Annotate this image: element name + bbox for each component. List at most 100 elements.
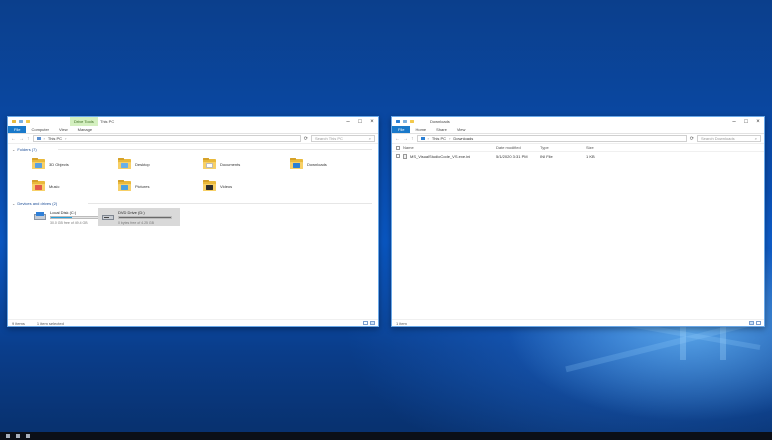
properties-icon[interactable]	[19, 119, 23, 124]
refresh-icon[interactable]: ⟳	[690, 136, 694, 142]
nav-buttons[interactable]: ← → ↑	[395, 136, 414, 142]
section-header-folders[interactable]: ⌄ Folders (7)	[8, 145, 378, 153]
search-taskbar-icon[interactable]	[16, 434, 20, 438]
drive-usage-fill	[119, 217, 171, 218]
tab-share[interactable]: Share	[431, 126, 452, 133]
3d-objects-folder-icon	[32, 157, 45, 169]
section-divider	[88, 203, 372, 204]
large-icons-view-icon[interactable]	[370, 321, 375, 325]
column-header-name[interactable]: Name	[403, 145, 496, 150]
minimize-icon[interactable]: –	[342, 117, 354, 126]
table-row[interactable]: MS_VisualStudioCode_VS.exe.ini 5/1/2020 …	[392, 152, 764, 160]
chevron-down-icon[interactable]: ⌄	[12, 147, 15, 152]
folder-documents[interactable]: Documents	[203, 155, 240, 173]
drive-dvd-d[interactable]: DVD Drive (D:) 0 bytes free of 4.25 GB	[98, 208, 180, 226]
dvd-drive-icon	[101, 212, 115, 222]
folder-3d-objects[interactable]: 3D Objects	[32, 155, 69, 173]
details-view-icon[interactable]	[363, 321, 368, 325]
close-icon[interactable]: ×	[366, 117, 378, 126]
music-folder-icon	[32, 179, 45, 191]
new-folder-icon[interactable]	[410, 119, 414, 124]
address-row: ← → ↑ › This PC › ⟳ Search This PC ⌕	[8, 134, 378, 144]
tab-view[interactable]: View	[54, 126, 73, 133]
local-disk-icon	[33, 212, 47, 222]
status-selected-count: 1 item selected	[36, 320, 64, 326]
downloads-small-icon	[420, 137, 425, 140]
search-icon: ⌕	[368, 136, 371, 141]
videos-folder-icon	[203, 179, 216, 191]
breadcrumb-this-pc[interactable]: This PC	[48, 136, 62, 141]
chevron-down-icon[interactable]: ⌄	[12, 201, 15, 206]
column-header-date[interactable]: Date modified	[496, 145, 540, 150]
forward-arrow-icon[interactable]: →	[19, 136, 24, 142]
search-input[interactable]: Search This PC ⌕	[311, 135, 375, 142]
status-item-count: 9 items	[12, 320, 25, 326]
drive-local-disk-c[interactable]: Local Disk (C:) 30.0 GB free of 49.4 GB	[30, 208, 107, 226]
section-divider	[58, 149, 372, 150]
breadcrumb-this-pc[interactable]: This PC	[432, 136, 446, 141]
ribbon-tabs[interactable]: File Computer View Manage	[8, 126, 378, 134]
maximize-icon[interactable]: □	[354, 117, 366, 126]
back-arrow-icon[interactable]: ←	[11, 136, 16, 142]
drive-usage-bar	[50, 216, 104, 219]
minimize-icon[interactable]: –	[728, 117, 740, 126]
tab-view[interactable]: View	[452, 126, 471, 133]
window-controls[interactable]: – □ ×	[342, 117, 378, 126]
column-header-size[interactable]: Size	[586, 145, 616, 150]
taskbar	[0, 432, 772, 440]
address-bar[interactable]: › This PC ›	[32, 135, 301, 142]
maximize-icon[interactable]: □	[740, 117, 752, 126]
file-type: INI File	[540, 153, 553, 159]
folder-music[interactable]: Music	[32, 177, 59, 195]
file-explorer-window-downloads[interactable]: Downloads – □ × File Home Share View ← →…	[391, 116, 765, 327]
folder-downloads[interactable]: Downloads	[290, 155, 327, 173]
address-row: ← → ↑ › This PC › Downloads ⟳ Search Dow…	[392, 134, 764, 144]
file-date: 5/1/2020 3:31 PM	[496, 153, 528, 159]
task-view-icon[interactable]	[26, 434, 30, 438]
address-bar[interactable]: › This PC › Downloads	[416, 135, 687, 142]
file-explorer-window-this-pc[interactable]: Drive Tools This PC – □ × File Computer …	[7, 116, 379, 327]
downloads-app-icon	[396, 119, 400, 124]
large-icons-view-icon[interactable]	[756, 321, 761, 325]
details-view-icon[interactable]	[749, 321, 754, 325]
refresh-icon[interactable]: ⟳	[304, 136, 308, 142]
tab-file[interactable]: File	[8, 126, 27, 133]
back-arrow-icon[interactable]: ←	[395, 136, 400, 142]
title-bar[interactable]: Drive Tools This PC – □ ×	[8, 117, 378, 126]
folder-pictures[interactable]: Pictures	[118, 177, 149, 195]
section-header-devices[interactable]: ⌄ Devices and drives (2)	[8, 199, 378, 207]
tab-computer[interactable]: Computer	[26, 126, 54, 133]
search-input[interactable]: Search Downloads ⌕	[697, 135, 761, 142]
ribbon-context-tab-drive-tools[interactable]: Drive Tools	[70, 117, 98, 126]
up-arrow-icon[interactable]: ↑	[27, 136, 30, 142]
view-toggle[interactable]	[749, 321, 761, 325]
column-header-type[interactable]: Type	[540, 145, 586, 150]
close-icon[interactable]: ×	[752, 117, 764, 126]
up-arrow-icon[interactable]: ↑	[411, 136, 414, 142]
breadcrumb-downloads[interactable]: Downloads	[453, 136, 473, 141]
tab-home[interactable]: Home	[410, 126, 431, 133]
search-icon: ⌕	[754, 136, 757, 141]
tab-manage[interactable]: Manage	[73, 126, 97, 133]
nav-buttons[interactable]: ← → ↑	[11, 136, 30, 142]
view-toggle[interactable]	[363, 321, 375, 325]
new-folder-icon[interactable]	[26, 119, 30, 124]
pc-icon	[36, 137, 41, 140]
quick-access-toolbar[interactable]	[396, 119, 414, 124]
properties-icon[interactable]	[403, 119, 407, 124]
row-checkbox[interactable]	[396, 154, 400, 158]
tab-file[interactable]: File	[392, 126, 411, 133]
file-name: MS_VisualStudioCode_VS.exe.ini	[410, 153, 471, 159]
ribbon-tabs[interactable]: File Home Share View	[392, 126, 764, 134]
drive-usage-bar	[118, 216, 172, 219]
forward-arrow-icon[interactable]: →	[403, 136, 408, 142]
folder-videos[interactable]: Videos	[203, 177, 232, 195]
select-all-checkbox[interactable]	[396, 145, 400, 150]
explorer-app-icon	[12, 119, 16, 124]
start-icon[interactable]	[6, 434, 10, 438]
content-pane: ⌄ Folders (7) 3D Objects Desktop Documen…	[8, 144, 378, 314]
title-bar[interactable]: Downloads – □ ×	[392, 117, 764, 126]
folder-desktop[interactable]: Desktop	[118, 155, 150, 173]
quick-access-toolbar[interactable]	[12, 119, 30, 124]
window-controls[interactable]: – □ ×	[728, 117, 764, 126]
